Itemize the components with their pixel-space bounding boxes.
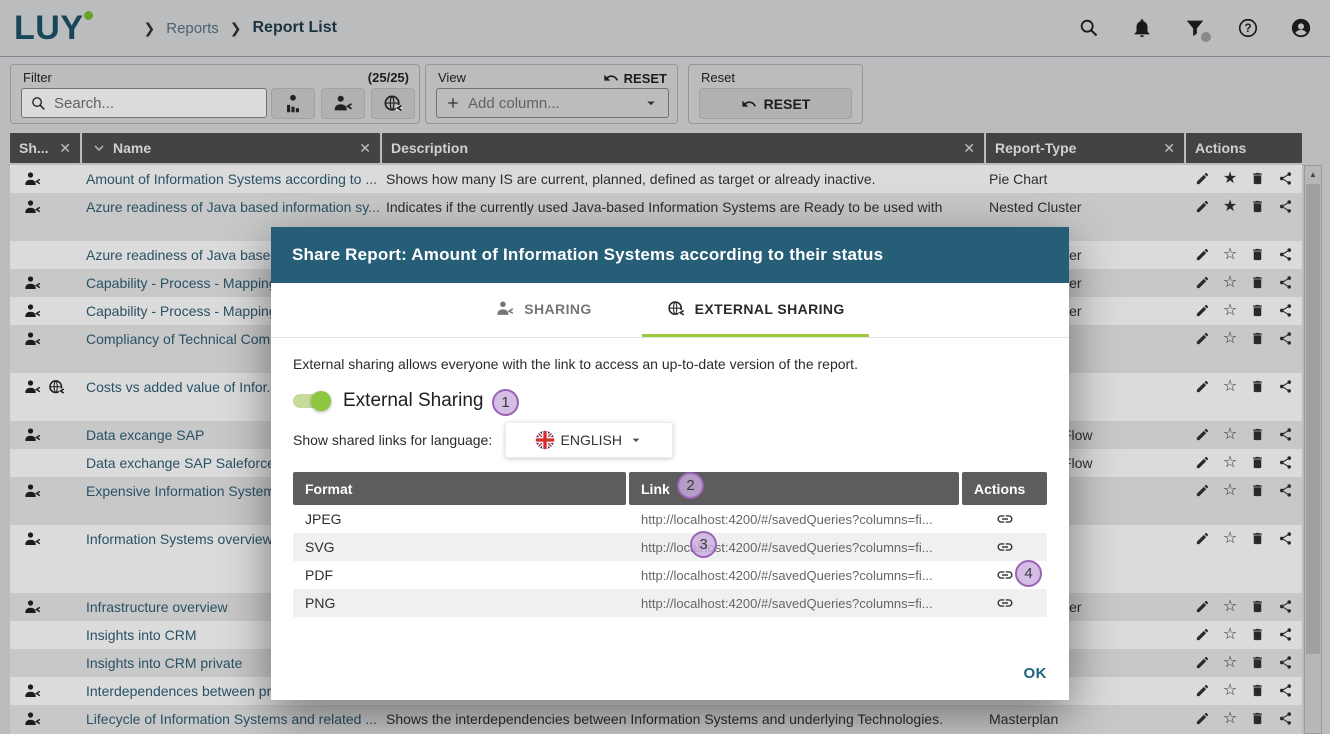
format-cell: JPEG — [293, 511, 629, 527]
link-icon[interactable] — [996, 566, 1014, 584]
share-links-table-body: JPEGhttp://localhost:4200/#/savedQueries… — [293, 505, 1047, 617]
link-icon[interactable] — [996, 510, 1014, 528]
format-cell: SVG — [293, 539, 629, 555]
format-cell: PNG — [293, 595, 629, 611]
share-link-url[interactable]: http://localhost:4200/#/savedQueries?col… — [629, 512, 962, 527]
share-link-url[interactable]: http://localhost:4200/#/savedQueries?col… — [629, 596, 962, 611]
share-link-row: JPEGhttp://localhost:4200/#/savedQueries… — [293, 505, 1047, 533]
language-value: ENGLISH — [561, 432, 622, 448]
toggle-knob — [311, 391, 331, 411]
dialog-title: Share Report: Amount of Information Syst… — [271, 227, 1069, 283]
external-sharing-description: External sharing allows everyone with th… — [293, 338, 1047, 372]
share-report-dialog: Share Report: Amount of Information Syst… — [271, 227, 1069, 700]
caret-down-icon — [628, 432, 644, 448]
link-icon[interactable] — [996, 538, 1014, 556]
tab-external-sharing[interactable]: EXTERNAL SHARING — [642, 283, 869, 337]
uk-flag-icon — [535, 430, 555, 450]
language-label: Show shared links for language: — [293, 432, 492, 448]
dialog-body: External sharing allows everyone with th… — [271, 338, 1069, 700]
column-header-actions: Actions — [962, 472, 1047, 505]
column-header-format: Format — [293, 472, 626, 505]
link-actions-cell — [962, 510, 1047, 528]
format-cell: PDF — [293, 567, 629, 583]
share-link-row: PNGhttp://localhost:4200/#/savedQueries?… — [293, 589, 1047, 617]
person-share-icon — [495, 299, 515, 319]
language-row: Show shared links for language: ENGLISH — [293, 421, 1047, 459]
external-sharing-toggle[interactable] — [293, 394, 328, 408]
share-link-row: SVGhttp://localhost:4200/#/savedQueries?… — [293, 533, 1047, 561]
annotation-4: 4 — [1015, 560, 1042, 587]
share-link-url[interactable]: http://localhost:4200/#/savedQueries?col… — [629, 540, 962, 555]
link-actions-cell — [962, 594, 1047, 612]
link-actions-cell — [962, 538, 1047, 556]
toggle-label: External Sharing — [343, 390, 483, 412]
annotation-1: 1 — [492, 389, 519, 416]
globe-share-icon — [666, 299, 686, 319]
share-link-url[interactable]: http://localhost:4200/#/savedQueries?col… — [629, 568, 962, 583]
dialog-tabs: SHARING EXTERNAL SHARING — [271, 283, 1069, 338]
language-select[interactable]: ENGLISH — [505, 422, 673, 458]
annotation-3: 3 — [690, 531, 717, 558]
share-links-table: Format Link Actions JPEGhttp://localhost… — [293, 472, 1047, 617]
share-link-row: PDFhttp://localhost:4200/#/savedQueries?… — [293, 561, 1047, 589]
external-sharing-toggle-row: External Sharing — [293, 389, 1047, 413]
share-links-table-header: Format Link Actions — [293, 472, 1047, 505]
ok-button[interactable]: OK — [1024, 665, 1048, 682]
annotation-2: 2 — [677, 472, 704, 499]
link-icon[interactable] — [996, 594, 1014, 612]
tab-sharing[interactable]: SHARING — [471, 283, 615, 337]
